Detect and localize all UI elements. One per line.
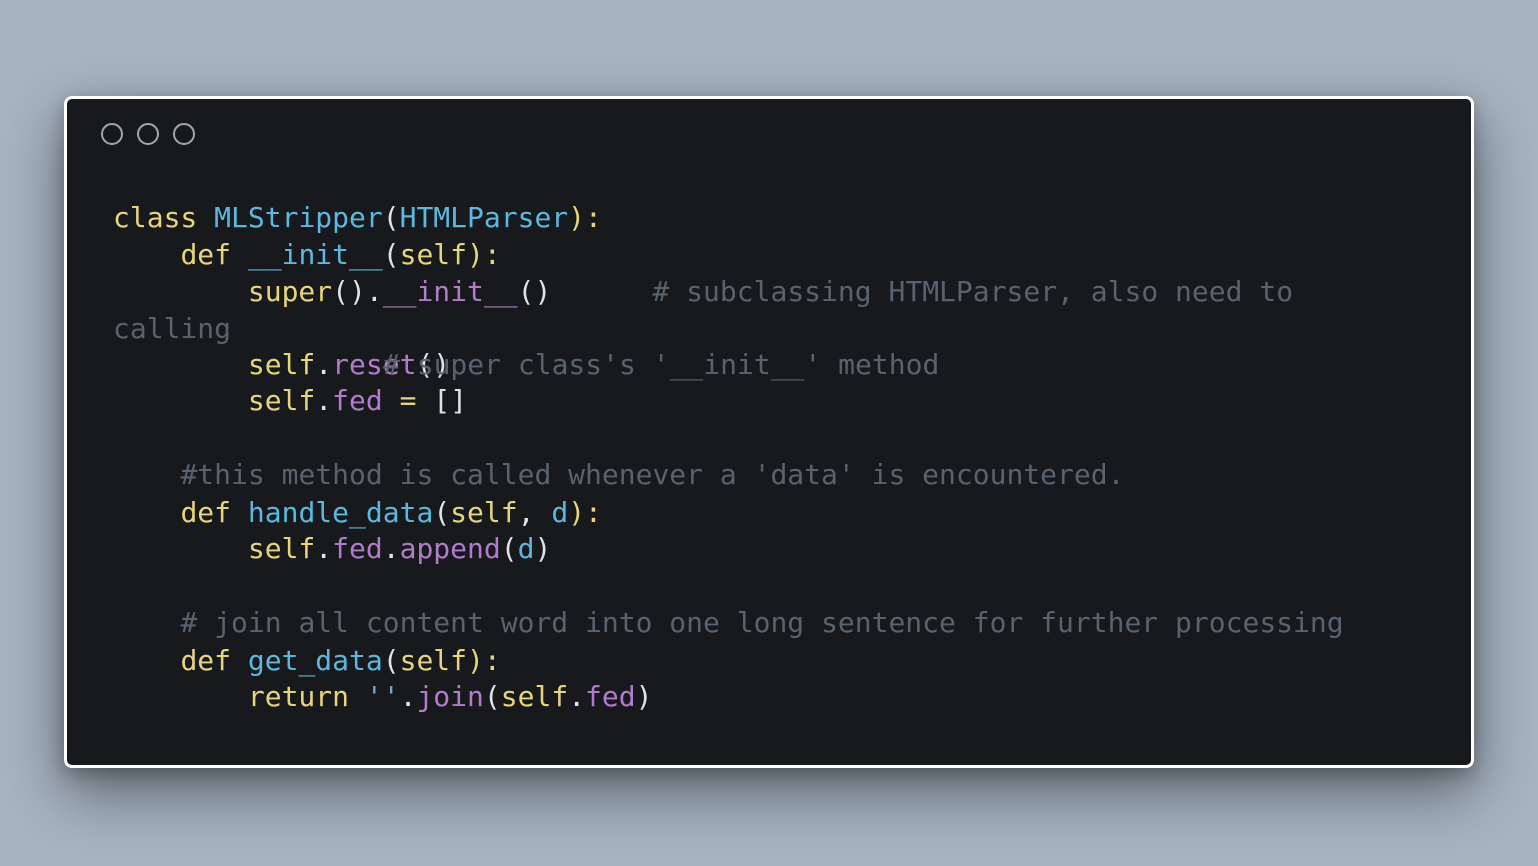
code-line-3: super().__init__() # subclassing HTMLPar…: [113, 274, 1293, 310]
window-controls: [101, 123, 195, 145]
comment-token: # subclassing HTMLParser, also need to: [652, 275, 1294, 308]
window-control-circle-icon[interactable]: [173, 123, 195, 145]
base-class-token: HTMLParser: [399, 201, 569, 234]
punctuation-token: (: [382, 201, 400, 234]
method-token: __init__: [382, 275, 518, 308]
function-name-token: __init__: [247, 238, 383, 271]
function-name-token: handle_data: [247, 496, 434, 529]
self-token: self: [450, 496, 518, 529]
code-line-13: def get_data(self):: [113, 643, 501, 679]
punctuation-token: ):: [568, 201, 602, 234]
builtin-token: super: [247, 275, 333, 308]
code-line-12: # join all content word into one long se…: [113, 605, 1344, 641]
self-token: self: [500, 680, 569, 713]
attribute-token: fed: [332, 532, 383, 565]
punctuation-token: (: [483, 680, 501, 713]
window-control-circle-icon[interactable]: [101, 123, 123, 145]
punctuation-token: ):: [467, 644, 501, 677]
attribute-token: fed: [332, 384, 383, 417]
punctuation-token: (): [517, 275, 552, 308]
self-token: self: [247, 384, 316, 417]
overlapping-comment: # super class's '__init__' method: [383, 348, 940, 381]
punctuation-token: (: [433, 496, 451, 529]
code-line-14: return ''.join(self.fed): [113, 679, 653, 715]
spacing: [349, 680, 366, 713]
code-line-9: def handle_data(self, d):: [113, 495, 602, 531]
punctuation-token: (: [500, 532, 518, 565]
code-line-2: def __init__(self):: [113, 237, 501, 273]
string-token: '': [365, 680, 400, 713]
punctuation-token: ): [534, 532, 552, 565]
punctuation-token: ,: [517, 496, 552, 529]
method-token: append: [399, 532, 501, 565]
punctuation-token: .: [382, 532, 400, 565]
code-line-4: calling: [113, 311, 231, 347]
keyword-token: class: [113, 201, 198, 234]
comment-token: #this method is called whenever a 'data'…: [180, 458, 1125, 491]
spacing: [551, 275, 652, 308]
punctuation-token: ):: [467, 238, 501, 271]
attribute-token: fed: [585, 680, 636, 713]
comment-token: calling: [113, 312, 232, 345]
keyword-token: def: [180, 496, 232, 529]
code-line-10: self.fed.append(d): [113, 531, 551, 567]
punctuation-token: (: [382, 238, 400, 271]
punctuation-token: ): [635, 680, 653, 713]
punctuation-token: .: [568, 680, 586, 713]
list-literal-token: []: [433, 384, 468, 417]
self-token: self: [399, 238, 468, 271]
code-line-6: self.fed = []: [113, 383, 467, 419]
argument-token: d: [517, 532, 535, 565]
punctuation-token: .: [399, 680, 417, 713]
comment-token: # join all content word into one long se…: [180, 606, 1344, 639]
operator-token: =: [382, 384, 434, 417]
function-name-token: get_data: [247, 644, 383, 677]
code-line-1: class MLStripper(HTMLParser):: [113, 200, 602, 236]
keyword-token: return: [247, 680, 350, 713]
class-name-token: MLStripper: [214, 201, 383, 234]
self-token: self: [399, 644, 468, 677]
argument-token: d: [551, 496, 569, 529]
punctuation-token: .: [315, 348, 333, 381]
code-line-8: #this method is called whenever a 'data'…: [113, 457, 1124, 493]
window-control-circle-icon[interactable]: [137, 123, 159, 145]
self-token: self: [247, 348, 316, 381]
punctuation-token: .: [315, 384, 333, 417]
keyword-token: def: [180, 644, 232, 677]
punctuation-token: ().: [332, 275, 383, 308]
code-window: class MLStripper(HTMLParser): def __init…: [64, 96, 1474, 768]
self-token: self: [247, 532, 316, 565]
punctuation-token: ):: [568, 496, 602, 529]
punctuation-token: (: [382, 644, 400, 677]
punctuation-token: .: [315, 532, 333, 565]
keyword-token: def: [180, 238, 232, 271]
method-token: join: [416, 680, 484, 713]
